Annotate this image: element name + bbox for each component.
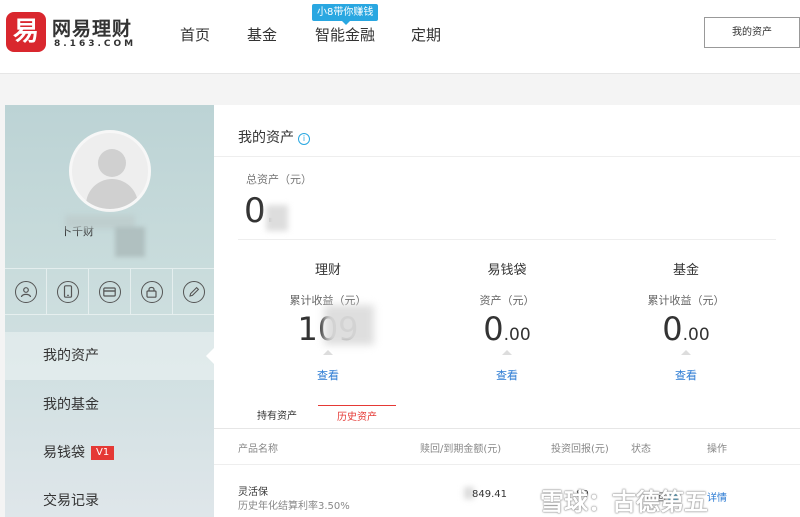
nav-item-smart-finance[interactable]: 智能金融 <box>315 24 375 45</box>
summary-label: 累计收益（元） <box>647 294 725 307</box>
sidebar-item-label: 我的资产 <box>43 348 99 364</box>
sidebar-item-transactions[interactable]: 交易记录 <box>5 477 214 517</box>
avatar-body <box>86 179 138 209</box>
summary-fund: 基金 累计收益（元） 0.00 查看 <box>596 259 776 383</box>
sidebar-item-my-assets[interactable]: 我的资产 <box>5 332 214 380</box>
product-rate: 历史年化结算利率3.50% <box>238 501 350 512</box>
summary-label: 资产（元） <box>479 294 535 307</box>
summary-value-dec: .00 <box>682 325 710 345</box>
summary-title: 易钱袋 <box>487 263 527 278</box>
view-fund-link[interactable]: 查看 <box>596 367 776 383</box>
sidebar-item-label: 我的基金 <box>43 397 99 413</box>
brand-logo[interactable]: 易 网易理财 8.163.COM <box>6 12 146 56</box>
product-name: 灵活保 <box>238 487 268 498</box>
sidebar-item-label: 易钱袋 <box>43 445 85 461</box>
lock-icon[interactable] <box>131 269 173 314</box>
summary-value-int: 0 <box>483 310 504 348</box>
brand-domain: 8.163.COM <box>54 39 137 49</box>
account-icon-row <box>5 268 214 315</box>
column-header: 产品名称 <box>238 444 278 455</box>
brand-name: 网易理财 <box>52 18 133 40</box>
page-title-text: 我的资产 <box>238 130 294 146</box>
nav-promo-badge: 小8带你赚钱 <box>312 4 379 25</box>
sidebar-item-yiqiandai[interactable]: 易钱袋 V1 <box>5 429 214 477</box>
nav-item-fixed-term[interactable]: 定期 <box>411 24 441 45</box>
page-title: 我的资产 i <box>238 127 310 147</box>
info-icon[interactable]: i <box>298 133 310 145</box>
summary-value-int: 0 <box>662 310 683 348</box>
phone-icon[interactable] <box>47 269 89 314</box>
top-navbar: 易 网易理财 8.163.COM 首页 基金 小8带你赚钱 智能金融 定期 我的… <box>0 0 800 74</box>
table-header: 产品名称 赎回/到期金额(元) 投资回报(元) 状态 操作 <box>214 429 800 465</box>
summary-title: 基金 <box>672 263 699 278</box>
caret-up-icon <box>681 350 691 355</box>
avatar[interactable] <box>69 130 151 212</box>
caret-up-icon <box>502 350 512 355</box>
summary-title: 理财 <box>314 263 341 278</box>
column-header: 状态 <box>631 444 651 455</box>
sidebar-item-label: 交易记录 <box>43 493 99 509</box>
user-icon[interactable] <box>5 269 47 314</box>
redeem-amount: 849.41 <box>472 489 507 500</box>
total-assets-label: 总资产（元） <box>246 173 312 186</box>
pencil-icon[interactable] <box>173 269 214 314</box>
brand-logo-icon: 易 <box>6 12 46 52</box>
view-licai-link[interactable]: 查看 <box>238 367 418 383</box>
avatar-head <box>98 149 126 177</box>
card-icon[interactable] <box>89 269 131 314</box>
tab-history-assets[interactable]: 历史资产 <box>318 405 396 429</box>
nav-item-fund[interactable]: 基金 <box>247 24 277 45</box>
asset-tabs: 持有资产 历史资产 <box>214 405 800 429</box>
nav-item-home[interactable]: 首页 <box>180 24 210 45</box>
summary-licai: 理财 累计收益（元） 109 查看 <box>238 259 418 383</box>
summary-value: 0.00 <box>417 310 597 350</box>
divider <box>214 156 800 157</box>
column-header: 赎回/到期金额(元) <box>420 444 502 455</box>
summary-value: 0.00 <box>596 310 776 350</box>
column-header: 操作 <box>707 444 727 455</box>
details-link[interactable]: 详情 <box>707 489 727 504</box>
main-panel: 我的资产i 总资产（元） 0. 理财 累计收益（元） 109 查看 易钱袋 资产… <box>214 105 800 517</box>
vip-level-badge: V1 <box>91 446 115 460</box>
caret-up-icon <box>323 350 333 355</box>
summary-value-dec: .00 <box>503 325 531 345</box>
sidebar-item-my-funds[interactable]: 我的基金 <box>5 381 214 429</box>
summary-value-redaction <box>324 305 374 345</box>
total-assets-redaction <box>266 205 288 231</box>
my-assets-button[interactable]: 我的资产 <box>704 17 800 48</box>
sidebar: 卜千财 我的资产 我的基金 易钱袋 V1 交易记录 <box>5 105 214 517</box>
username-redaction-2 <box>115 227 145 257</box>
watermark: 雪球：古德第五 <box>540 488 708 516</box>
summary-yiqiandai: 易钱袋 资产（元） 0.00 查看 <box>417 259 597 383</box>
view-yiqiandai-link[interactable]: 查看 <box>417 367 597 383</box>
tab-holding-assets[interactable]: 持有资产 <box>244 405 310 429</box>
column-header: 投资回报(元) <box>551 444 609 455</box>
divider <box>238 239 776 240</box>
table-row: 灵活保 历史年化结算利率3.50% 849.41 80 已回 i 详情 <box>214 465 800 517</box>
